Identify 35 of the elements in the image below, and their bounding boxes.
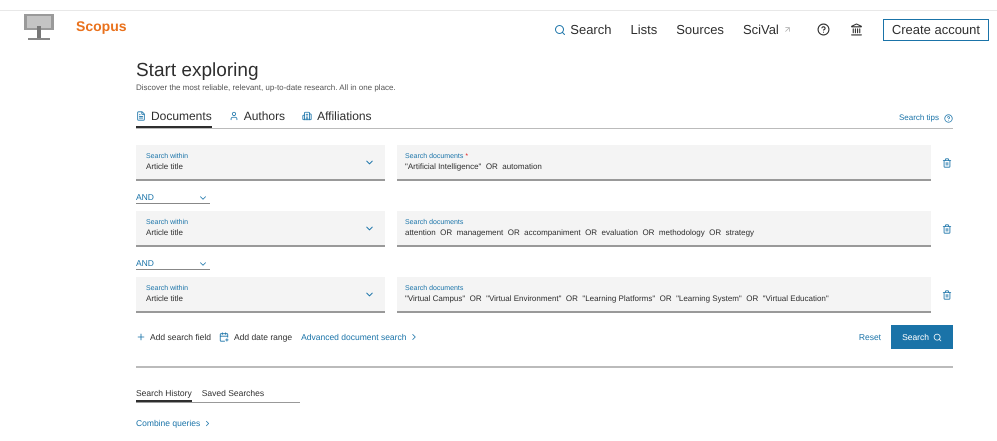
building-icon [302, 110, 312, 120]
document-icon [136, 110, 146, 120]
person-icon [228, 110, 239, 120]
search-tab[interactable]: Authors [228, 106, 286, 128]
search-button[interactable]: Search [891, 325, 953, 349]
nav-link[interactable]: SciVal [742, 20, 792, 40]
institution-icon[interactable] [850, 23, 863, 36]
help-icon [944, 114, 953, 122]
external-link-icon [782, 25, 792, 34]
operator-dropdown[interactable]: AND [136, 192, 210, 204]
search-tab[interactable]: Affiliations [302, 106, 372, 128]
search-tab[interactable]: Documents [136, 106, 212, 128]
advanced-search-link[interactable]: Advanced document search [301, 330, 420, 344]
nav-link[interactable]: Search [554, 20, 612, 40]
page-subtitle: Discover the most reliable, relevant, up-to-date research. All in one place. [136, 82, 397, 94]
nav-link[interactable]: Sources [676, 20, 724, 40]
trash-icon[interactable] [942, 158, 952, 168]
trash-icon[interactable] [942, 290, 952, 300]
create-account-button[interactable]: Create account [882, 18, 989, 40]
search-tips-link[interactable]: Search tips [898, 112, 953, 124]
history-tab[interactable]: Search History [136, 386, 192, 402]
page-title: Start exploring [136, 60, 260, 82]
nav-link[interactable]: Lists [630, 20, 658, 40]
help-icon[interactable] [816, 23, 830, 36]
reset-button[interactable]: Reset [858, 330, 882, 344]
trash-icon[interactable] [942, 224, 952, 234]
history-tab[interactable]: Saved Searches [202, 386, 264, 402]
combine-queries-link[interactable]: Combine queries [136, 417, 953, 430]
calendar-icon [218, 332, 229, 342]
add-date-range-button[interactable]: Add date range [218, 330, 292, 344]
search-icon [933, 332, 942, 342]
operator-dropdown[interactable]: AND [136, 258, 210, 270]
search-icon [554, 24, 566, 36]
plus-icon [136, 332, 146, 342]
add-search-field-button[interactable]: Add search field [136, 330, 211, 344]
